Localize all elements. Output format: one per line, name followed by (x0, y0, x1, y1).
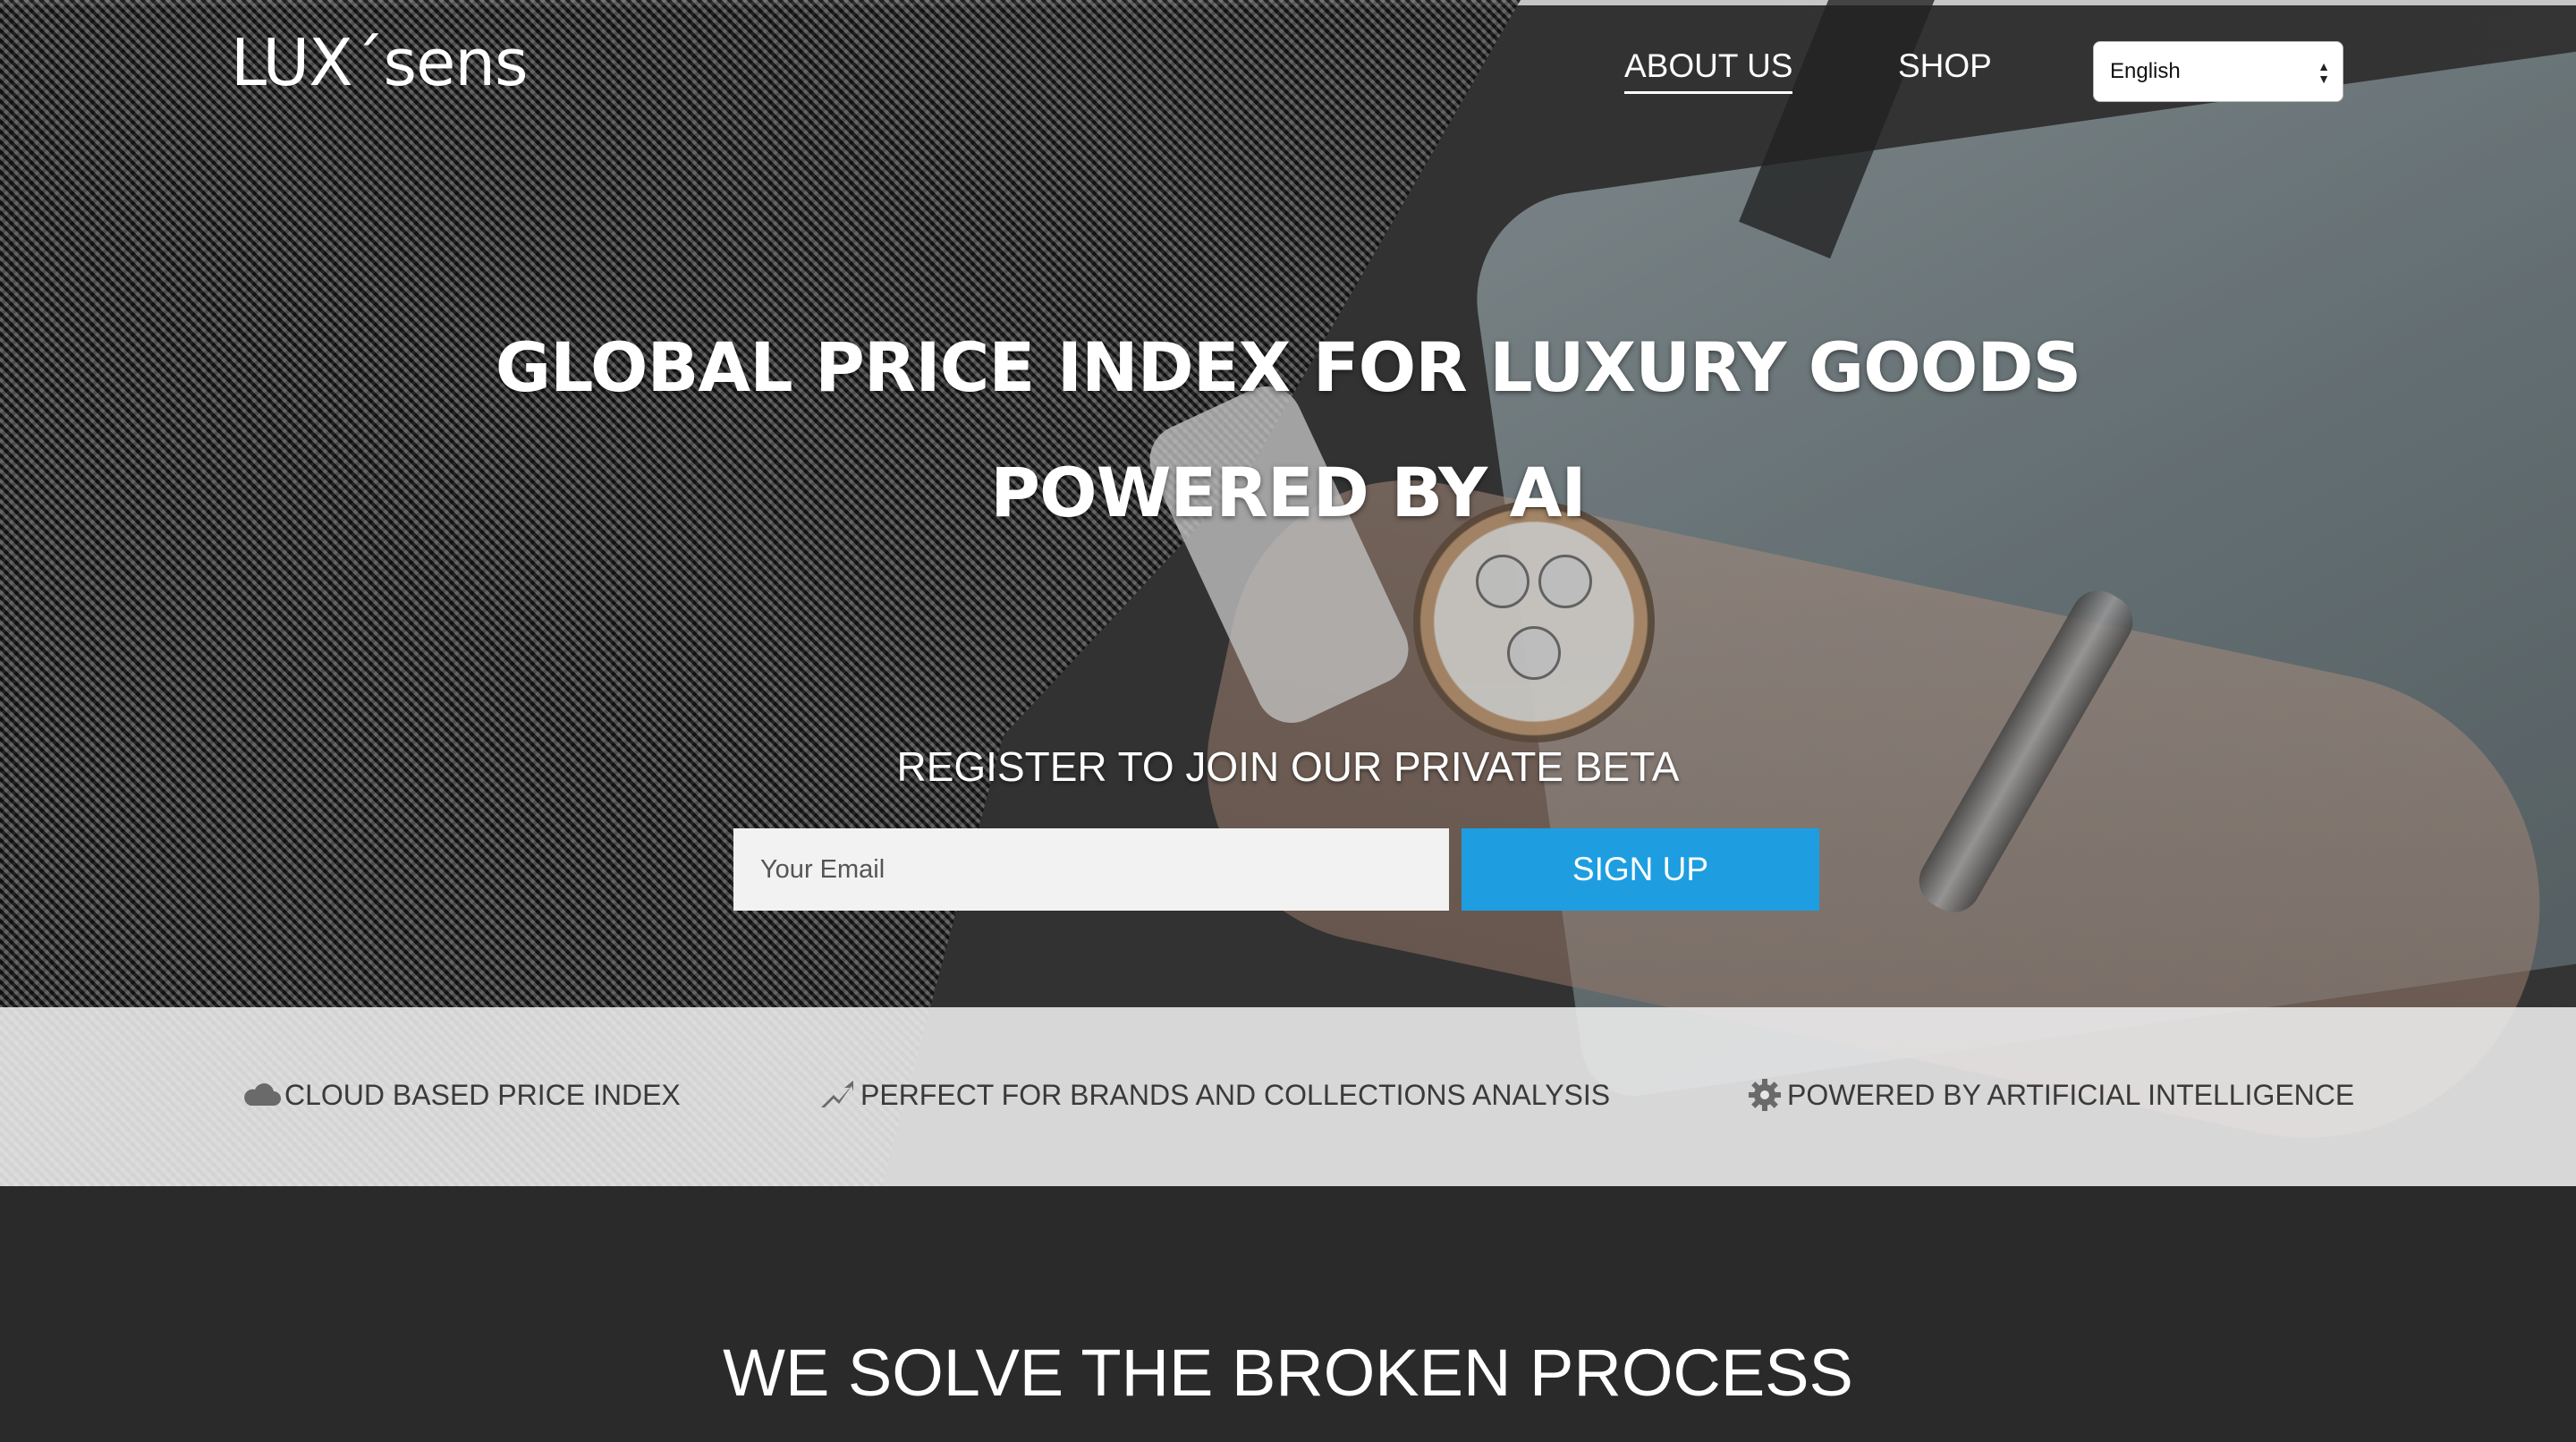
feature-ai: POWERED BY ARTIFICIAL INTELLIGENCE (1744, 1077, 2354, 1113)
feature-label: POWERED BY ARTIFICIAL INTELLIGENCE (1787, 1079, 2355, 1111)
feature-label: PERFECT FOR BRANDS AND COLLECTIONS ANALY… (860, 1079, 1611, 1111)
hero-section: LUX´sens ABOUT US SHOP English ▲ ▼ GLOBAL… (0, 0, 2576, 1186)
hero-headline-line2: POWERED BY AI (990, 453, 1586, 532)
email-input[interactable] (733, 828, 1449, 911)
language-select[interactable]: English ▲ ▼ (2093, 41, 2343, 102)
feature-analysis: PERFECT FOR BRANDS AND COLLECTIONS ANALY… (818, 1077, 1610, 1113)
gear-icon (1749, 1079, 1781, 1111)
feature-label: CLOUD BASED PRICE INDEX (284, 1079, 681, 1111)
register-label: REGISTER TO JOIN OUR PRIVATE BETA (896, 743, 1680, 790)
problem-section: WE SOLVE THE BROKEN PROCESS (0, 1186, 2576, 1442)
select-arrows-icon: ▲ ▼ (2318, 59, 2330, 86)
trend-arrow-icon (821, 1081, 853, 1107)
features-strip: CLOUD BASED PRICE INDEX PERFECT FOR BRAN… (0, 1007, 2576, 1186)
section-title: WE SOLVE THE BROKEN PROCESS (723, 1336, 1853, 1410)
sign-up-button[interactable]: SIGN UP (1462, 828, 1819, 911)
feature-cloud: CLOUD BASED PRICE INDEX (242, 1077, 681, 1113)
cloud-icon (244, 1083, 281, 1106)
nav-shop[interactable]: SHOP (1898, 47, 1992, 86)
nav-about-us[interactable]: ABOUT US (1624, 47, 1793, 94)
brand-logo[interactable]: LUX´sens (231, 27, 529, 98)
hero-headline-line1: GLOBAL PRICE INDEX FOR LUXURY GOODS (495, 327, 2081, 407)
language-select-value: English (2110, 59, 2181, 83)
